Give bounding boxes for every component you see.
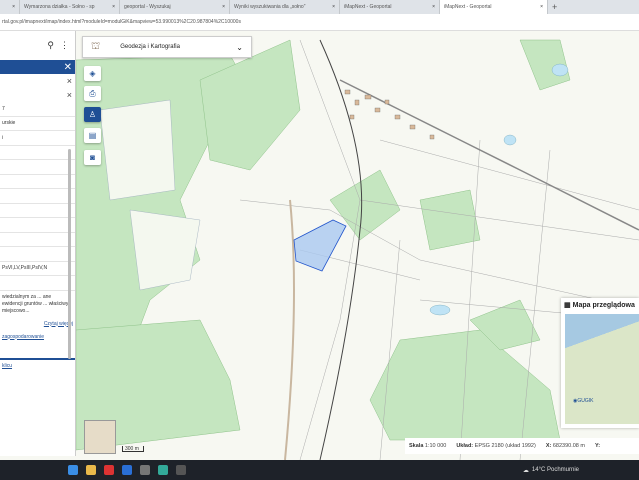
print-button[interactable]: ⎙ — [84, 86, 101, 101]
crs-value: EPSG 2180 (układ 1992) — [474, 443, 536, 449]
map-icon: ▦ — [564, 302, 571, 309]
print-icon: ⎙ — [89, 88, 96, 98]
info-row: urskie — [0, 117, 75, 131]
app-icon[interactable] — [140, 465, 150, 475]
person-button[interactable]: ♙ — [84, 107, 101, 122]
close-icon[interactable]: × — [540, 4, 543, 10]
tab-4[interactable]: iMapNext - Geoportal × — [440, 0, 548, 14]
close-icon[interactable]: × — [67, 76, 72, 86]
weather-text[interactable]: 14°C Pochmurnie — [532, 467, 579, 473]
chevron-down-icon: ⌄ — [236, 42, 243, 52]
edge-icon[interactable] — [68, 465, 78, 475]
taskbar: ☁ 14°C Pochmurnie — [0, 460, 639, 480]
info-note: wiedzialnym za ... ane ewidencji gruntów… — [2, 293, 69, 314]
tab-1[interactable]: geoportal - Wyszukaj × — [120, 0, 230, 14]
close-icon[interactable]: × — [222, 4, 225, 10]
camera-button[interactable]: ◙ — [84, 150, 101, 165]
tab-bar: × Wymarzona działka - Sołno - sp × geopor… — [0, 0, 639, 14]
overview-map-image — [565, 314, 639, 424]
cloud-icon: ☁ — [522, 467, 529, 474]
info-row: 7 — [0, 102, 75, 117]
tab-3[interactable]: iMapNext - Geoportal × — [340, 0, 440, 14]
basemap-switcher[interactable] — [84, 420, 116, 454]
info-row — [0, 146, 75, 160]
tab-partial[interactable]: × — [0, 0, 20, 14]
castle-icon: ⛫ — [91, 40, 101, 52]
overview-map[interactable]: ▦ Mapa przeglądowa ◉GUGIK — [561, 298, 639, 428]
close-icon[interactable]: × — [67, 90, 72, 100]
search-icon[interactable]: ⚲ — [47, 40, 54, 51]
gugik-logo: ◉GUGIK — [573, 398, 594, 404]
info-row — [0, 218, 75, 233]
overview-title: Mapa przeglądowa — [572, 301, 635, 309]
document-icon: ▤ — [88, 131, 97, 140]
info-panel: ⚲ ⋮ ✕ × × 7 urskie i PsVI,LV,PsIII,PsIV,N… — [0, 31, 76, 456]
info-row: PsVI,LV,PsIII,PsIV,N — [0, 262, 75, 276]
village-buildings — [344, 89, 435, 140]
word-icon[interactable] — [122, 465, 132, 475]
road — [284, 199, 295, 460]
app-icon[interactable] — [104, 465, 114, 475]
close-icon[interactable]: × — [432, 4, 435, 10]
layers-button[interactable]: ◈ — [84, 66, 101, 81]
new-tab-button[interactable]: + — [548, 0, 561, 14]
info-row — [0, 204, 75, 218]
status-bar: Skala 1:10 000 Układ: EPSG 2180 (układ 1… — [405, 438, 639, 454]
info-row — [0, 247, 75, 262]
document-button[interactable]: ▤ — [84, 128, 101, 143]
scale-value: 1:10 000 — [424, 443, 447, 449]
forest-area — [369, 329, 561, 441]
close-icon[interactable]: ✕ — [64, 62, 72, 73]
tab-0[interactable]: Wymarzona działka - Sołno - sp × — [20, 0, 120, 14]
x-coordinate: 682390.08 m — [552, 443, 585, 449]
app-icon[interactable] — [158, 465, 168, 475]
close-icon[interactable]: × — [112, 4, 115, 10]
address-bar[interactable]: rtal.gov.pl/imapnext/imap/index.html?mod… — [0, 14, 639, 31]
scrollbar[interactable] — [68, 149, 71, 359]
bottom-link[interactable]: klicu — [2, 363, 12, 369]
person-icon: ♙ — [88, 110, 97, 119]
forest-area — [419, 189, 481, 251]
app-icon[interactable] — [176, 465, 186, 475]
theme-selector[interactable]: ⛫ Geodezja i Kartografia ⌄ — [82, 36, 252, 58]
tab-2[interactable]: Wyniki wyszukiwania dla „sołno” × — [230, 0, 340, 14]
info-row — [0, 175, 75, 189]
selected-parcel[interactable] — [293, 219, 347, 272]
close-icon[interactable]: × — [332, 4, 335, 10]
info-row — [0, 276, 75, 291]
info-row — [0, 189, 75, 204]
folder-icon[interactable] — [86, 465, 96, 475]
info-row — [0, 233, 75, 247]
more-options-icon[interactable]: ⋮ — [60, 40, 69, 51]
layers-icon: ◈ — [89, 69, 96, 78]
camera-icon: ◙ — [90, 153, 95, 162]
zoning-link[interactable]: zagospodarowanie — [2, 334, 44, 340]
info-row: i — [0, 131, 75, 146]
scale-bar: 300 m — [122, 446, 144, 452]
info-row — [0, 160, 75, 175]
